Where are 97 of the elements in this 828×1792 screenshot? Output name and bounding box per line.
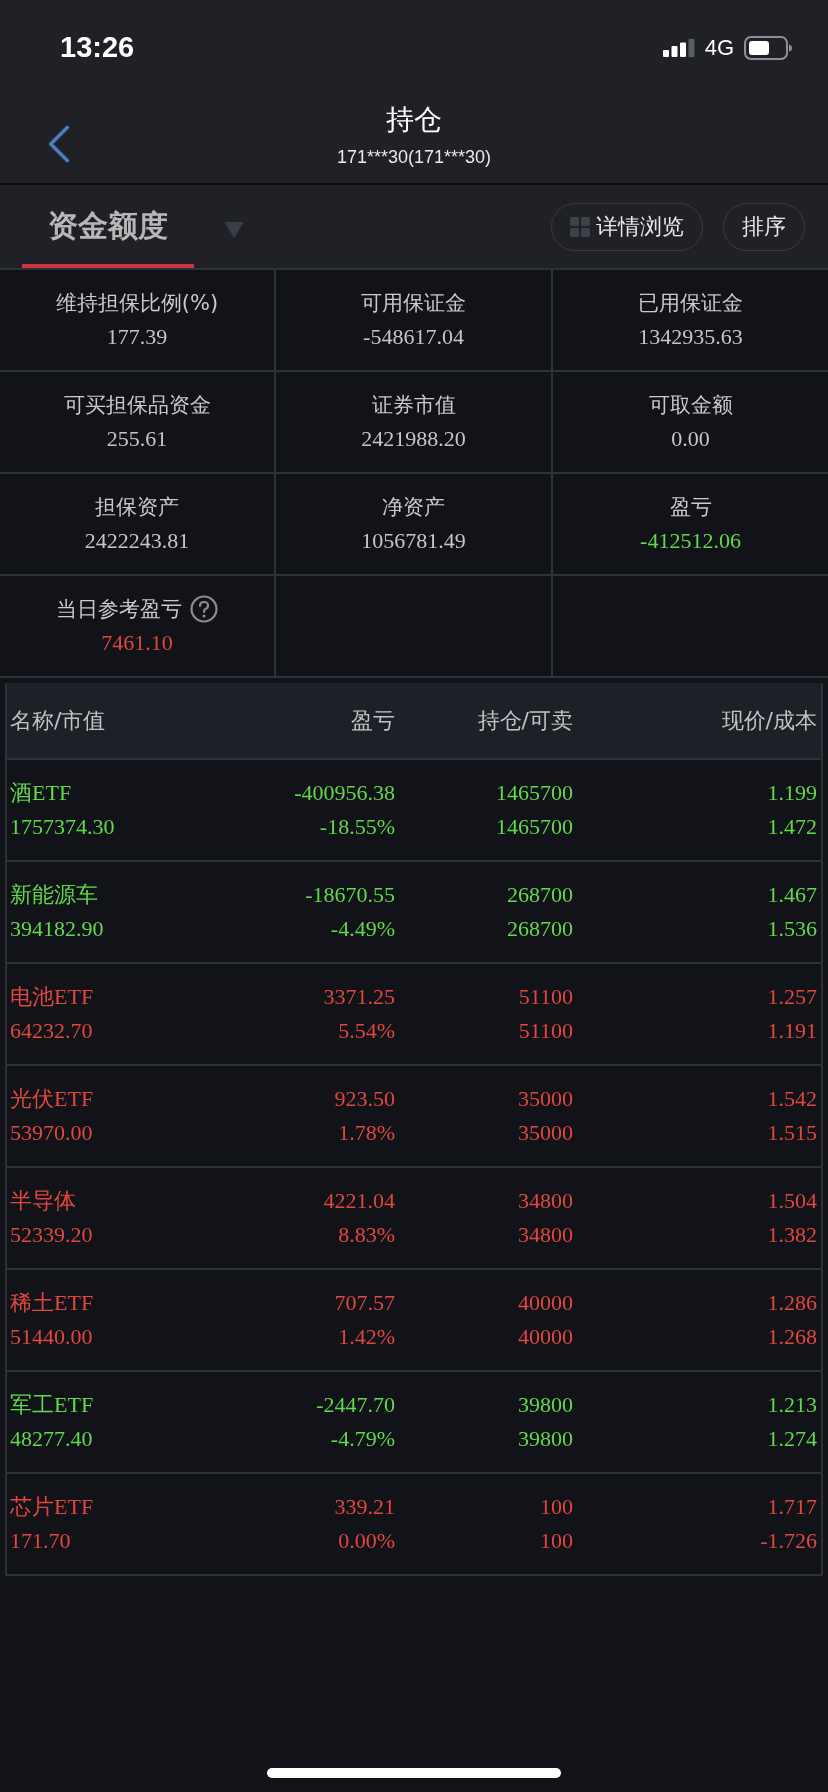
sellable-quantity: 100 <box>540 1527 573 1555</box>
profit-loss-percent: 5.54% <box>338 1017 395 1045</box>
sellable-quantity: 35000 <box>518 1119 573 1147</box>
profit-loss: -18670.55 <box>305 881 395 909</box>
metric-value: 0.00 <box>671 425 710 453</box>
market-value: 52339.20 <box>10 1221 93 1249</box>
network-label: 4G <box>704 34 734 61</box>
metric-value: 255.61 <box>106 425 168 453</box>
metric-label: 已用保证金 <box>638 290 743 317</box>
current-price: 1.257 <box>767 983 817 1011</box>
cost-price: -1.726 <box>760 1527 817 1555</box>
profit-loss: 3371.25 <box>323 983 395 1011</box>
cost-price: 1.536 <box>767 915 817 943</box>
metric-value: 177.39 <box>106 323 168 351</box>
profit-loss-percent: -18.55% <box>319 813 395 841</box>
market-value: 48277.40 <box>10 1425 93 1453</box>
current-price: 1.199 <box>767 779 817 807</box>
cost-price: 1.472 <box>767 813 817 841</box>
metric-label: 维持担保比例(%) <box>55 290 219 317</box>
profit-loss: -2447.70 <box>316 1391 395 1419</box>
metric-value: 2421988.20 <box>361 425 466 453</box>
cost-price: 1.191 <box>767 1017 817 1045</box>
grid-icon <box>570 216 590 237</box>
market-value: 394182.90 <box>10 915 104 943</box>
sellable-quantity: 39800 <box>518 1425 573 1453</box>
metric-label: 可买担保品资金 <box>63 392 211 419</box>
metric-label: 当日参考盈亏 <box>56 596 182 623</box>
column-header: 现价/成本 <box>720 706 817 735</box>
cost-price: 1.382 <box>767 1221 817 1249</box>
fund-name: 稀土ETF <box>10 1289 94 1317</box>
signal-icon <box>662 38 695 57</box>
profit-loss-percent: -4.49% <box>330 915 395 943</box>
fund-name: 酒ETF <box>10 779 72 807</box>
sellable-quantity: 1465700 <box>496 813 573 841</box>
market-value: 51440.00 <box>10 1323 93 1351</box>
holding-quantity: 40000 <box>518 1289 573 1317</box>
cost-price: 1.274 <box>767 1425 817 1453</box>
metric-value: -548617.04 <box>363 323 464 351</box>
profit-loss: 339.21 <box>334 1493 395 1521</box>
profit-loss-percent: 1.42% <box>338 1323 395 1351</box>
current-price: 1.467 <box>767 881 817 909</box>
metric-label: 证券市值 <box>371 392 456 419</box>
current-price: 1.504 <box>767 1187 817 1215</box>
current-price: 1.213 <box>767 1391 817 1419</box>
cost-price: 1.268 <box>767 1323 817 1351</box>
battery-icon <box>744 35 792 60</box>
metric-label: 可用保证金 <box>361 290 466 317</box>
column-header: 名称/市值 <box>10 706 107 735</box>
fund-name: 军工ETF <box>10 1391 94 1419</box>
help-icon[interactable] <box>190 595 218 623</box>
profit-loss: 4221.04 <box>323 1187 395 1215</box>
sellable-quantity: 34800 <box>518 1221 573 1249</box>
holding-quantity: 39800 <box>518 1391 573 1419</box>
back-icon[interactable] <box>48 125 70 163</box>
metric-value: 2422243.81 <box>84 527 190 555</box>
metric-label: 净资产 <box>382 494 445 521</box>
sellable-quantity: 40000 <box>518 1323 573 1351</box>
holding-quantity: 100 <box>540 1493 573 1521</box>
market-value: 171.70 <box>10 1527 71 1555</box>
fund-name: 光伏ETF <box>10 1085 94 1113</box>
metric-label: 可取金额 <box>648 392 733 419</box>
profit-loss-percent: 1.78% <box>338 1119 395 1147</box>
cost-price: 1.515 <box>767 1119 817 1147</box>
fund-name: 电池ETF <box>10 983 94 1011</box>
profit-loss: 923.50 <box>334 1085 395 1113</box>
column-header: 持仓/可卖 <box>476 706 573 735</box>
metric-label: 盈亏 <box>669 494 712 521</box>
metric-value: 1342935.63 <box>638 323 743 351</box>
market-value: 1757374.30 <box>10 813 115 841</box>
metric-value: 1056781.49 <box>361 527 466 555</box>
profit-loss: -400956.38 <box>294 779 395 807</box>
profit-loss-percent: -4.79% <box>330 1425 395 1453</box>
holding-quantity: 35000 <box>518 1085 573 1113</box>
sellable-quantity: 51100 <box>518 1017 573 1045</box>
column-header: 盈亏 <box>350 706 395 735</box>
metric-label: 担保资产 <box>95 494 179 521</box>
profit-loss-percent: 8.83% <box>338 1221 395 1249</box>
market-value: 53970.00 <box>10 1119 93 1147</box>
account-number: 171***30(171***30) <box>336 147 492 168</box>
sellable-quantity: 268700 <box>507 915 573 943</box>
metric-value: -412512.06 <box>640 527 741 555</box>
metric-value: 7461.10 <box>101 629 173 657</box>
status-time: 13:26 <box>60 31 135 64</box>
fund-name: 新能源车 <box>10 881 98 909</box>
current-price: 1.286 <box>767 1289 817 1317</box>
profit-loss: 707.57 <box>334 1289 395 1317</box>
holding-quantity: 268700 <box>507 881 573 909</box>
current-price: 1.542 <box>767 1085 817 1113</box>
current-price: 1.717 <box>767 1493 817 1521</box>
page-title: 持仓 <box>386 102 442 138</box>
holding-quantity: 51100 <box>518 983 573 1011</box>
fund-name: 半导体 <box>10 1187 76 1215</box>
market-value: 64232.70 <box>10 1017 93 1045</box>
holding-quantity: 1465700 <box>496 779 573 807</box>
holding-quantity: 34800 <box>518 1187 573 1215</box>
profit-loss-percent: 0.00% <box>338 1527 395 1555</box>
fund-name: 芯片ETF <box>10 1493 94 1521</box>
